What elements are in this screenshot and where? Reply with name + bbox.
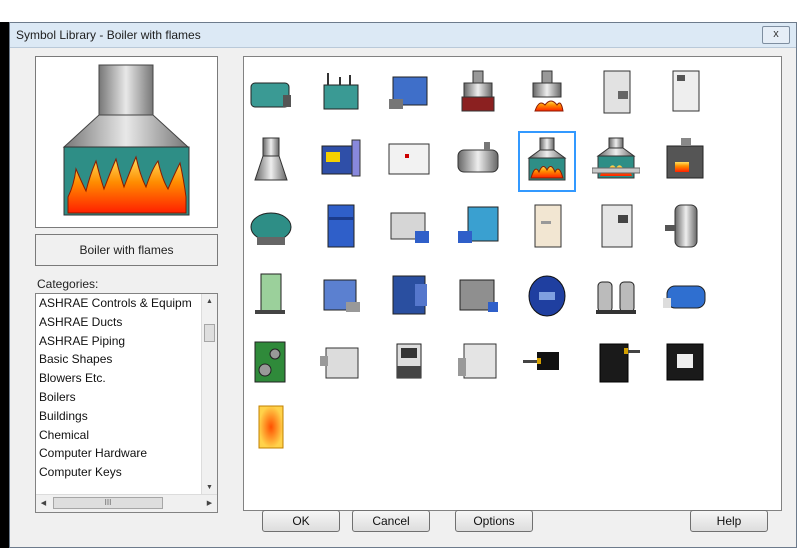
black-framed-box-icon[interactable] [661, 338, 709, 389]
white-panel-boiler-icon[interactable] [385, 136, 433, 187]
green-vertical-unit-icon[interactable] [247, 272, 295, 323]
category-item[interactable]: Chemical [36, 426, 217, 445]
category-item[interactable]: Blowers Etc. [36, 369, 217, 388]
boiler-with-flames-and-pipe-icon[interactable] [591, 136, 641, 187]
cancel-button[interactable]: Cancel [352, 510, 430, 532]
category-item[interactable]: ASHRAE Piping [36, 332, 217, 351]
symbol-library-dialog: Symbol Library - Boiler with flames x Bo… [9, 22, 797, 548]
dark-furnace-icon[interactable] [661, 136, 709, 187]
dialog-title: Symbol Library - Boiler with flames [16, 28, 201, 42]
small-black-boiler-icon[interactable] [385, 338, 433, 389]
horizontal-scrollbar[interactable]: ◀ III ▶ [36, 494, 217, 512]
blue-horizontal-tank-icon[interactable] [661, 272, 709, 323]
piped-boiler-icon[interactable] [316, 69, 364, 120]
blue-box-unit-icon[interactable] [316, 272, 364, 323]
close-button[interactable]: x [762, 26, 790, 44]
category-item[interactable]: Buildings [36, 407, 217, 426]
symbol-grid [243, 56, 782, 511]
tall-cylinder-boiler-icon[interactable] [661, 203, 709, 254]
gray-box-unit-icon[interactable] [454, 272, 502, 323]
blue-modular-boiler-icon[interactable] [454, 203, 502, 254]
gray-box-boiler-icon[interactable] [385, 203, 433, 254]
blue-complex-unit-icon[interactable] [385, 272, 433, 323]
horizontal-gray-boiler-icon[interactable] [454, 136, 502, 187]
ok-button[interactable]: OK [262, 510, 340, 532]
window-edge [0, 22, 9, 548]
gray-boxed-unit-icon[interactable] [454, 338, 502, 389]
categories-label: Categories: [37, 277, 99, 291]
twin-tank-unit-icon[interactable] [592, 272, 640, 323]
scroll-up-arrow-icon[interactable]: ▲ [202, 294, 217, 309]
options-button[interactable]: Options [455, 510, 533, 532]
boiler-with-flames-preview-icon [62, 64, 190, 216]
symbol-name-field: Boiler with flames [35, 234, 218, 266]
tall-gray-cabinet-icon[interactable] [592, 69, 640, 120]
symbol-preview [35, 56, 218, 228]
title-bar: Symbol Library - Boiler with flames x [10, 23, 796, 48]
scroll-down-arrow-icon[interactable]: ▼ [202, 480, 217, 495]
teal-drum-boiler-icon[interactable] [247, 203, 295, 254]
beige-cabinet-icon[interactable] [523, 203, 571, 254]
black-inline-burner-icon[interactable] [523, 338, 571, 389]
category-item[interactable]: Computer Keys [36, 463, 217, 482]
green-pump-skid-icon[interactable] [247, 338, 295, 389]
scroll-right-arrow-icon[interactable]: ▶ [202, 495, 217, 512]
categories-list[interactable]: ASHRAE Controls & Equipm ASHRAE Ducts ASHR… [35, 293, 218, 513]
category-item[interactable]: Boilers [36, 388, 217, 407]
help-button[interactable]: Help [690, 510, 768, 532]
category-item[interactable]: ASHRAE Controls & Equipm [36, 294, 217, 313]
chimney-hood-icon[interactable] [247, 136, 295, 187]
firetube-blue-boiler-icon[interactable] [316, 136, 364, 187]
vertical-scrollbar[interactable]: ▲ ▼ [201, 294, 217, 495]
control-cabinet-icon[interactable] [661, 69, 709, 120]
boiler-with-flames-icon[interactable] [518, 131, 576, 192]
orange-heater-panel-icon[interactable] [247, 404, 295, 455]
black-box-pipe-icon[interactable] [592, 338, 640, 389]
horizontal-scroll-thumb[interactable]: III [53, 497, 163, 509]
blue-round-unit-icon[interactable] [523, 272, 571, 323]
vertical-scroll-thumb[interactable] [204, 324, 215, 342]
gray-panel-cabinet-icon[interactable] [592, 203, 640, 254]
category-item[interactable]: ASHRAE Ducts [36, 313, 217, 332]
categories-items: ASHRAE Controls & Equipm ASHRAE Ducts ASHR… [36, 294, 217, 482]
blue-boiler-unit-icon[interactable] [385, 69, 433, 120]
blue-tall-cabinet-icon[interactable] [316, 203, 364, 254]
category-item[interactable]: Computer Hardware [36, 444, 217, 463]
gray-rect-unit-icon[interactable] [316, 338, 364, 389]
desktop-background [0, 0, 797, 22]
stacked-burner-icon[interactable] [454, 69, 502, 120]
scroll-left-arrow-icon[interactable]: ◀ [36, 495, 51, 512]
flame-burner-icon[interactable] [523, 69, 571, 120]
category-item[interactable]: Basic Shapes [36, 350, 217, 369]
tank-boiler-icon[interactable] [247, 69, 295, 120]
